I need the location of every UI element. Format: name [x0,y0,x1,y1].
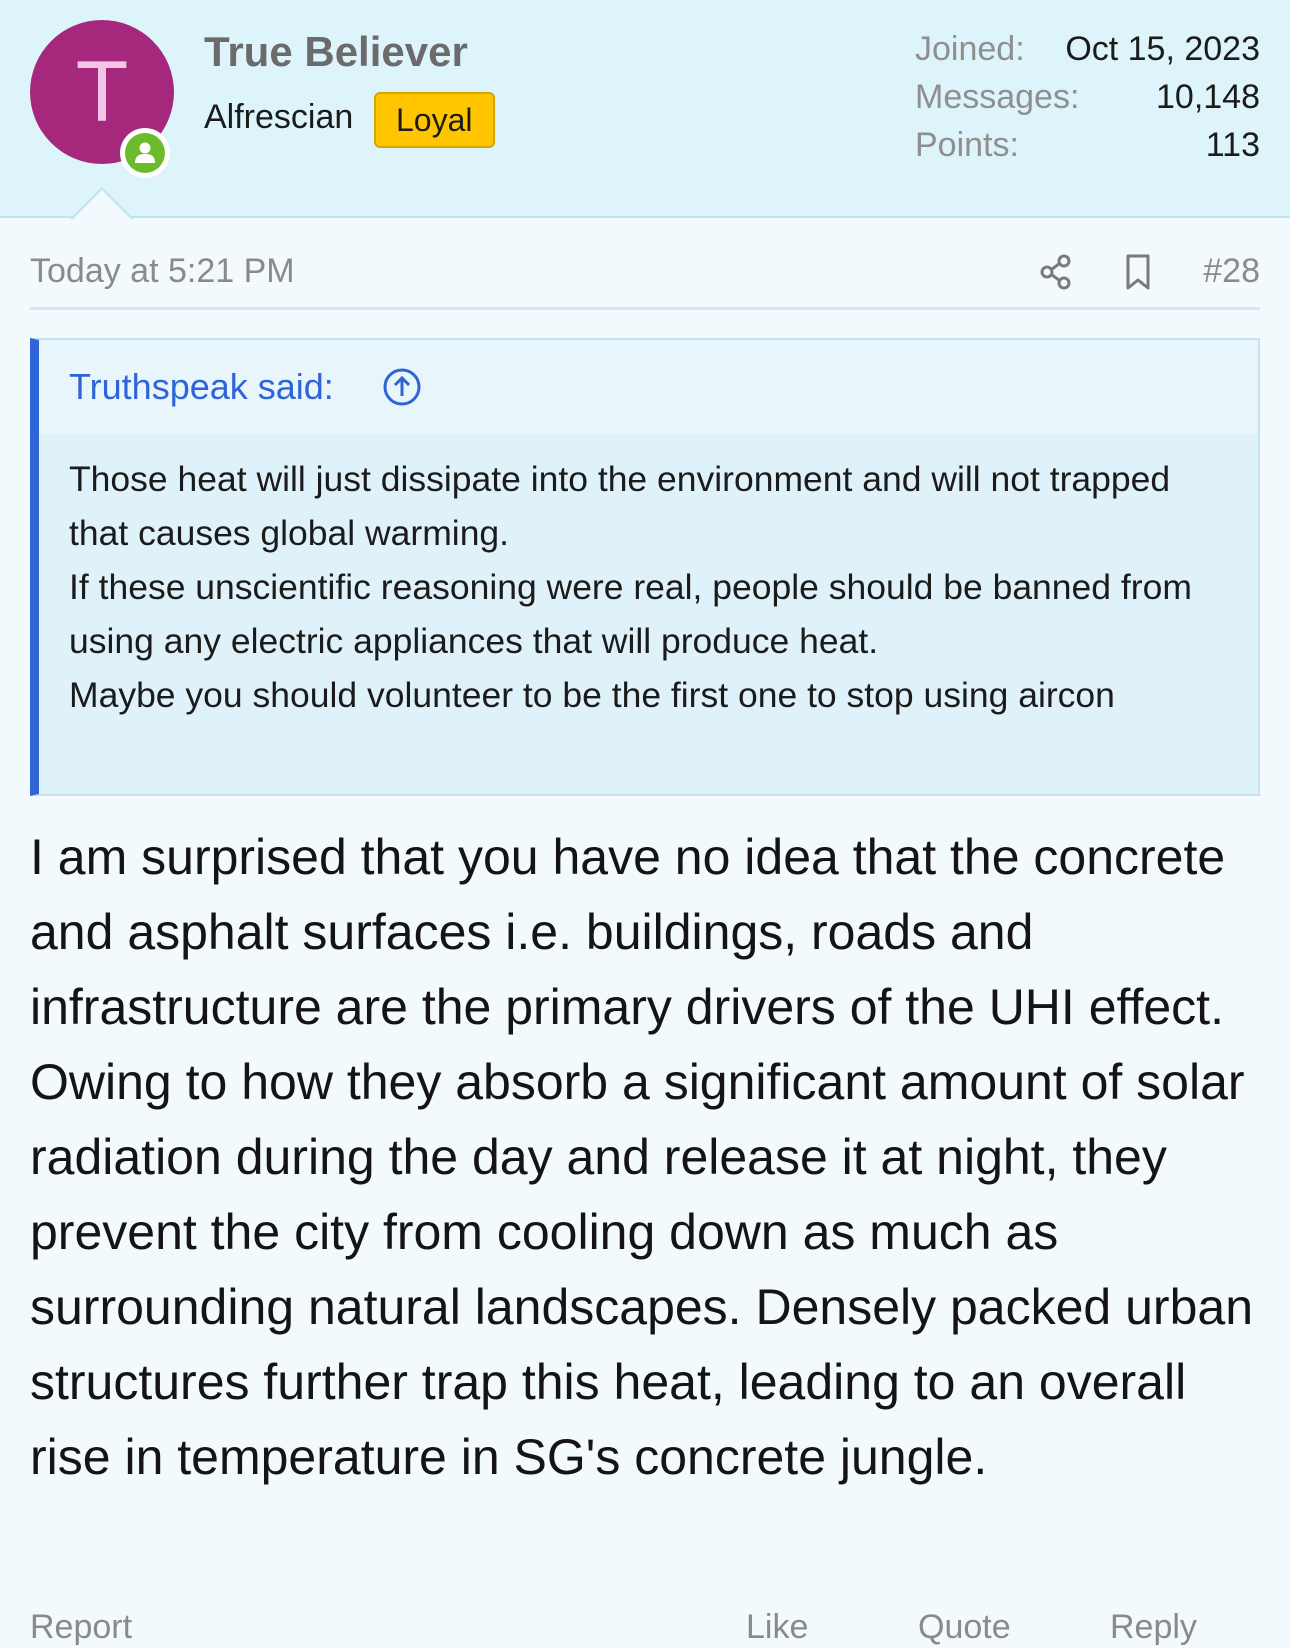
username[interactable]: True Believer [204,28,468,76]
post-body: I am surprised that you have no idea tha… [30,829,1253,1485]
post-actions: Report Like Quote Reply [30,1608,1260,1648]
quote-header: Truthspeak said: [39,340,1258,434]
quote-block: Truthspeak said: Those heat will just di… [30,338,1260,796]
user-stats: Joined: Oct 15, 2023 Messages: 10,148 Po… [915,30,1260,174]
stat-value: Oct 15, 2023 [1065,30,1260,68]
stat-label: Messages: [915,78,1080,116]
post-number-link[interactable]: #28 [1203,252,1260,291]
stat-joined: Joined: Oct 15, 2023 [915,30,1260,78]
report-link[interactable]: Report [30,1608,132,1647]
quote-content: Those heat will just dissipate into the … [39,434,1258,722]
quote-line: Maybe you should volunteer to be the fir… [69,675,1115,715]
quote-button[interactable]: Quote [918,1608,1011,1647]
stat-value: 113 [1205,126,1260,164]
avatar-letter: T [75,44,129,140]
quote-author-link[interactable]: Truthspeak said: [69,340,334,434]
post-meta: Today at 5:21 PM #28 [30,248,1260,310]
like-button[interactable]: Like [746,1608,808,1647]
user-info-header: T True Believer Alfrescian Loyal Joined:… [0,0,1290,220]
stat-messages: Messages: 10,148 [915,78,1260,126]
bookmark-icon[interactable] [1118,252,1158,292]
stat-points: Points: 113 [915,126,1260,174]
quote-line: Those heat will just dissipate into the … [69,459,1171,553]
stat-label: Points: [915,126,1019,164]
post-timestamp[interactable]: Today at 5:21 PM [30,252,295,291]
online-status-icon [120,128,170,178]
stat-value: 10,148 [1156,78,1260,116]
reply-button[interactable]: Reply [1110,1608,1197,1647]
quote-line: If these unscientific reasoning were rea… [69,567,1192,661]
share-icon[interactable] [1036,252,1076,292]
user-title: Alfrescian [204,98,354,136]
arrow-up-circle-icon[interactable] [382,367,422,407]
user-badge: Loyal [374,92,495,148]
stat-label: Joined: [915,30,1025,68]
